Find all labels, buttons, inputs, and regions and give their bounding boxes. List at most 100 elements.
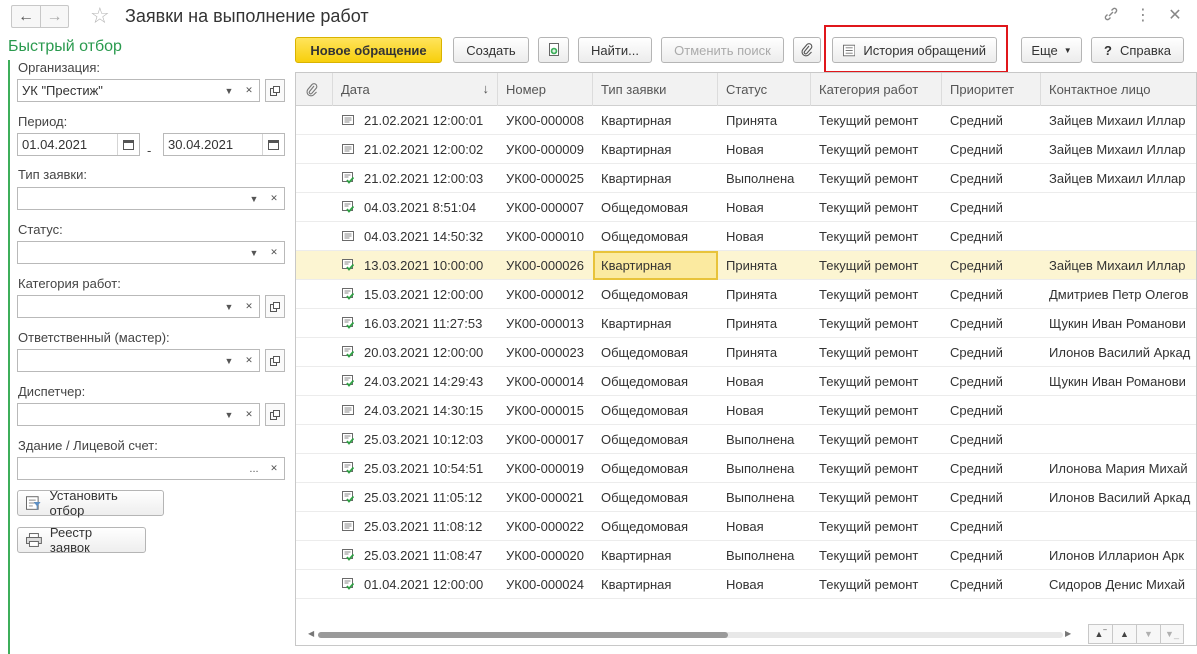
cell-number: УК00-000024 [506,577,584,592]
status-field[interactable]: ▼ ✕ [17,241,285,264]
link-icon[interactable] [1103,7,1119,26]
table-row[interactable]: 25.03.2021 10:12:03 УК00-000017 Общедомова… [296,425,1196,454]
attachment-column-header[interactable] [296,73,333,106]
master-field[interactable]: ▼ ✕ [17,349,260,372]
create-button[interactable]: Создать [453,37,529,63]
more-vertical-icon[interactable]: ⋮ [1135,7,1151,26]
cell-number: УК00-000023 [506,345,584,360]
cell-priority: Средний [950,432,1003,447]
period-to-field[interactable]: 30.04.2021 [163,133,285,156]
clear-icon[interactable]: ✕ [264,458,284,479]
building-field[interactable]: ... ✕ [17,457,285,480]
cell-type: Общедомовая [601,519,689,534]
cell-type: Квартирная [601,171,672,186]
back-button[interactable]: ← [11,5,40,28]
table-row[interactable]: 01.04.2021 12:00:00 УК00-000024 Квартирная… [296,570,1196,599]
help-button[interactable]: ? Справка [1091,37,1184,63]
table-row[interactable]: 21.02.2021 12:00:03 УК00-000025 Квартирная… [296,164,1196,193]
scroll-thumb[interactable] [318,632,728,638]
column-priority[interactable]: Приоритет [942,73,1041,106]
document-done-icon [342,317,355,329]
table-row[interactable]: 25.03.2021 11:05:12 УК00-000021 Общедомова… [296,483,1196,512]
scroll-right-icon[interactable]: ▶ [1065,629,1071,638]
select-button[interactable]: ... [244,458,264,479]
period-from-field[interactable]: 01.04.2021 [17,133,140,156]
dispatcher-label: Диспетчер: [18,384,86,399]
clear-icon[interactable]: ✕ [264,242,284,263]
chevron-down-icon[interactable]: ▼ [244,188,264,209]
next-page-icon[interactable]: ▼ [1136,624,1160,644]
chevron-down-icon[interactable]: ▼ [244,242,264,263]
cell-date: 04.03.2021 8:51:04 [364,200,477,215]
chevron-down-icon[interactable]: ▼ [219,404,239,425]
cell-type: Общедомовая [601,403,689,418]
table-row[interactable]: 24.03.2021 14:30:15 УК00-000015 Общедомова… [296,396,1196,425]
column-category[interactable]: Категория работ [811,73,942,106]
table-row[interactable]: 16.03.2021 11:27:53 УК00-000013 Квартирная… [296,309,1196,338]
table-row[interactable]: 25.03.2021 11:08:12 УК00-000022 Общедомова… [296,512,1196,541]
quick-filter-title: Быстрый отбор [8,38,122,55]
org-field[interactable]: УК "Престиж" ▼ ✕ [17,79,260,102]
chevron-down-icon[interactable]: ▼ [219,296,239,317]
open-org-button[interactable] [265,79,285,102]
cell-category: Текущий ремонт [819,142,919,157]
column-date[interactable]: Дата ↓ [333,73,498,106]
clear-icon[interactable]: ✕ [239,80,259,101]
chevron-down-icon[interactable]: ▼ [219,350,239,371]
dispatcher-field[interactable]: ▼ ✕ [17,403,260,426]
open-master-button[interactable] [265,349,285,372]
table-row[interactable]: 13.03.2021 10:00:00 УК00-000026 Квартирная… [296,251,1196,280]
cell-priority: Средний [950,229,1003,244]
category-field[interactable]: ▼ ✕ [17,295,260,318]
calendar-icon[interactable] [262,134,284,155]
table-row[interactable]: 25.03.2021 10:54:51 УК00-000019 Общедомова… [296,454,1196,483]
calendar-icon[interactable] [117,134,139,155]
set-filter-button[interactable]: Установить отбор [17,488,164,518]
table-row[interactable]: 04.03.2021 14:50:32 УК00-000010 Общедомова… [296,222,1196,251]
cell-contact: Илонов Илларион Арк [1049,548,1185,563]
printer-icon [26,533,42,547]
column-type[interactable]: Тип заявки [593,73,718,106]
column-contact[interactable]: Контактное лицо [1041,73,1196,106]
cell-date: 21.02.2021 12:00:01 [364,113,484,128]
column-number[interactable]: Номер [498,73,593,106]
close-icon[interactable]: ✕ [1167,7,1183,26]
table-row[interactable]: 21.02.2021 12:00:01 УК00-000008 Квартирная… [296,106,1196,135]
clear-icon[interactable]: ✕ [264,188,284,209]
scroll-left-icon[interactable]: ◀ [308,629,314,638]
copy-button[interactable] [538,37,569,63]
requests-table[interactable]: Дата ↓ Номер Тип заявки Статус Категория… [295,72,1197,646]
first-page-icon[interactable]: ▲‾ [1088,624,1112,644]
cell-type: Общедомовая [601,345,689,360]
open-dispatcher-button[interactable] [265,403,285,426]
cell-priority: Средний [950,258,1003,273]
table-row[interactable]: 20.03.2021 12:00:00 УК00-000023 Общедомова… [296,338,1196,367]
horizontal-scrollbar[interactable]: ◀ ▶ [308,628,1071,642]
new-request-button[interactable]: Новое обращение [295,37,442,63]
star-icon[interactable]: ☆ [90,4,110,28]
clear-icon[interactable]: ✕ [239,296,259,317]
clear-icon[interactable]: ✕ [239,350,259,371]
type-field[interactable]: ▼ ✕ [17,187,285,210]
registry-button[interactable]: Реестр заявок [17,525,146,555]
table-row[interactable]: 21.02.2021 12:00:02 УК00-000009 Квартирная… [296,135,1196,164]
paperclip-icon [306,82,318,96]
table-row[interactable]: 25.03.2021 11:08:47 УК00-000020 Квартирная… [296,541,1196,570]
cell-status: Принята [726,258,778,273]
cell-contact [1041,396,1196,425]
forward-button[interactable]: → [40,5,69,28]
open-category-button[interactable] [265,295,285,318]
find-button[interactable]: Найти... [578,37,652,63]
prev-page-icon[interactable]: ▲ [1112,624,1136,644]
column-status[interactable]: Статус [718,73,811,106]
chevron-down-icon[interactable]: ▼ [219,80,239,101]
table-row[interactable]: 15.03.2021 12:00:00 УК00-000012 Общедомова… [296,280,1196,309]
last-page-icon[interactable]: ▼_ [1160,624,1184,644]
table-row[interactable]: 04.03.2021 8:51:04 УК00-000007 Общедомовая… [296,193,1196,222]
more-button[interactable]: Еще ▼ [1021,37,1082,63]
clear-icon[interactable]: ✕ [239,404,259,425]
cell-category: Текущий ремонт [819,461,919,476]
table-row[interactable]: 24.03.2021 14:29:43 УК00-000014 Общедомова… [296,367,1196,396]
cancel-search-button[interactable]: Отменить поиск [661,37,784,63]
attachment-button[interactable] [793,37,821,63]
